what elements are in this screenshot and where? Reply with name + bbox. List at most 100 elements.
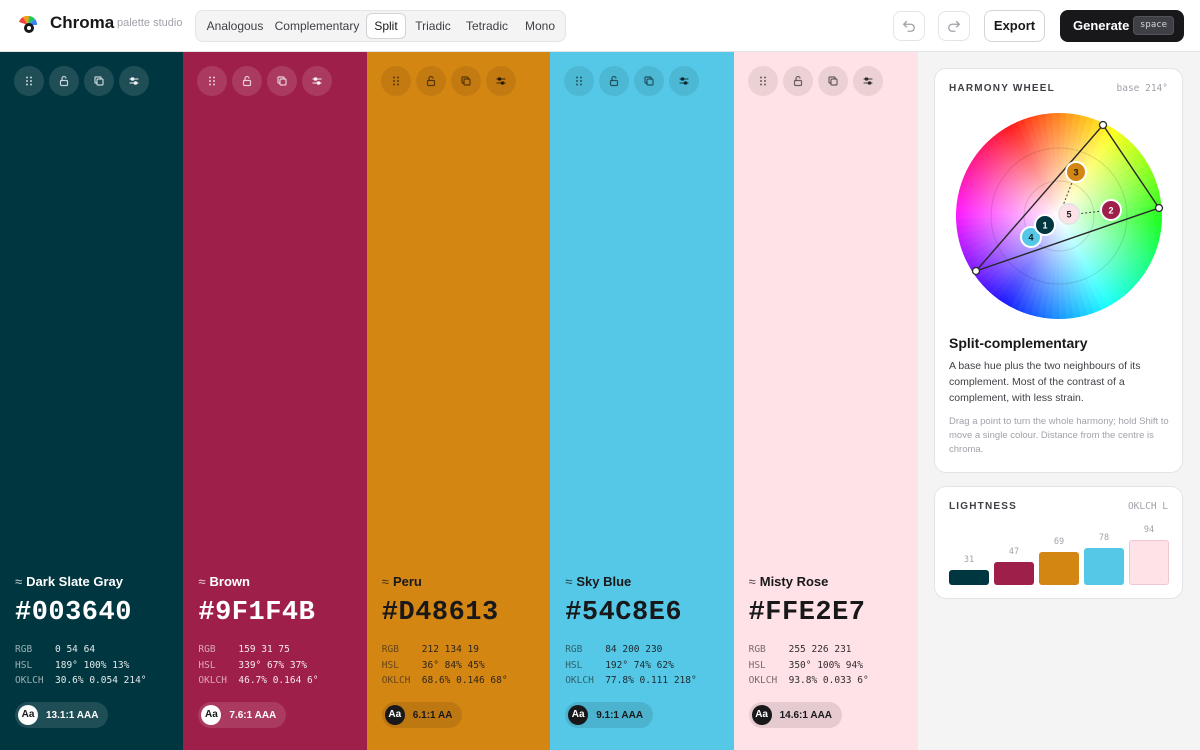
tab-triadic[interactable]: Triadic [410, 13, 456, 39]
contrast-ratio: 13.1:1 AAA [46, 709, 99, 721]
swatch-hex[interactable]: #54C8E6 [565, 598, 682, 628]
contrast-ratio: 14.6:1 AAA [779, 709, 833, 721]
color-point-5[interactable]: 5 [1058, 203, 1080, 225]
adjust-sliders-button[interactable] [852, 66, 883, 96]
oklch-label: OKLCH [565, 675, 594, 686]
oklch-value[interactable]: 30.6% 0.054 214° [55, 675, 147, 686]
rgb-value[interactable]: 212 134 19 [422, 644, 479, 655]
adjust-sliders-button[interactable] [669, 66, 700, 96]
copy-button[interactable] [267, 66, 298, 96]
swatch-hex[interactable]: #FFE2E7 [749, 598, 866, 628]
adjust-sliders-icon [128, 75, 140, 87]
color-swatch[interactable]: ≈ Misty Rose #FFE2E7 RGB 255 226 231 HSL 350° … [733, 52, 918, 750]
color-point-1[interactable]: 1 [1034, 214, 1056, 236]
swatch-hex[interactable]: #9F1F4B [198, 598, 315, 628]
rgb-value[interactable]: 84 200 230 [605, 644, 662, 655]
swatch-hex[interactable]: #D48613 [382, 598, 499, 628]
lightness-bar [994, 562, 1034, 585]
copy-icon [276, 75, 288, 87]
hsl-value[interactable]: 36° 84% 45% [422, 660, 485, 671]
hsl-value[interactable]: 192° 74% 62% [605, 660, 674, 671]
unlock-button[interactable] [415, 66, 446, 96]
drag-handle-button[interactable] [564, 66, 595, 96]
copy-icon [93, 75, 105, 87]
panel-title: LIGHTNESS [949, 501, 1018, 512]
drag-handle-button[interactable] [747, 66, 778, 96]
adjust-sliders-button[interactable] [119, 66, 149, 96]
contrast-ratio: 9.1:1 AAA [596, 709, 644, 721]
contrast-badge: Aa 6.1:1 AA [381, 702, 463, 728]
copy-button[interactable] [817, 66, 848, 96]
color-swatch[interactable]: ≈ Dark Slate Gray #003640 RGB 0 54 64 HSL 189°… [0, 52, 184, 750]
unlock-button[interactable] [232, 66, 263, 96]
oklch-value[interactable]: 93.8% 0.033 6° [789, 675, 869, 686]
lightness-value-label: 47 [1008, 547, 1020, 557]
hsl-label: HSL [381, 659, 399, 671]
tab-tetradic[interactable]: Tetradic [459, 13, 515, 39]
oklch-value[interactable]: 68.6% 0.146 68° [422, 675, 508, 686]
lightness-bar [1129, 540, 1169, 585]
rgb-value[interactable]: 0 54 64 [55, 644, 95, 655]
color-point-label: 1 [1042, 221, 1047, 231]
color-swatch[interactable]: ≈ Peru #D48613 RGB 212 134 19 HSL 36° 84% 45% O… [366, 52, 551, 750]
tab-split[interactable]: Split [366, 13, 406, 39]
contrast-badge: Aa 7.6:1 AAA [198, 702, 287, 728]
hsl-label: HSL [748, 659, 766, 671]
unlock-button[interactable] [49, 66, 79, 96]
color-point-2[interactable]: 2 [1100, 199, 1122, 221]
drag-handle-icon [390, 75, 402, 87]
hsl-value[interactable]: 350° 100% 94% [789, 660, 863, 671]
color-swatch[interactable]: ≈ Brown #9F1F4B RGB 159 31 75 HSL 339° 67% 37%… [183, 52, 368, 750]
tab-mono[interactable]: Mono [518, 13, 562, 39]
rgb-label: RGB [15, 644, 33, 655]
undo-button[interactable] [893, 11, 925, 41]
adjust-sliders-icon [678, 75, 690, 87]
tab-analogous[interactable]: Analogous [199, 13, 271, 39]
swatch-hex[interactable]: #003640 [15, 598, 132, 628]
rgb-value[interactable]: 159 31 75 [238, 644, 289, 655]
triangle-vertex[interactable] [971, 266, 981, 276]
triangle-vertex[interactable] [1098, 120, 1108, 130]
unlock-button[interactable] [782, 66, 813, 96]
color-swatch[interactable]: ≈ Sky Blue #54C8E6 RGB 84 200 230 HSL 192° 74%… [550, 52, 735, 750]
oklch-value[interactable]: 46.7% 0.164 6° [238, 675, 318, 686]
contrast-badge: Aa 14.6:1 AAA [748, 702, 843, 728]
color-point-3[interactable]: 3 [1065, 161, 1087, 183]
swatch-values: RGB 0 54 64 HSL 189° 100% 13% OKLCH 30.6% 0.0… [15, 644, 147, 691]
color-point-label: 2 [1108, 206, 1113, 216]
export-button[interactable]: Export [984, 10, 1045, 42]
swatch-values: RGB 212 134 19 HSL 36° 84% 45% OKLCH 68.6% 0.… [382, 644, 508, 691]
adjust-sliders-button[interactable] [302, 66, 333, 96]
tab-complementary[interactable]: Complementary [271, 13, 363, 39]
lightness-bar [1084, 548, 1124, 585]
unlock-icon [425, 75, 437, 87]
lightness-value-label: 78 [1098, 533, 1110, 543]
copy-button[interactable] [84, 66, 114, 96]
oklch-label: OKLCH [15, 675, 44, 686]
hsl-value[interactable]: 189° 100% 13% [55, 660, 129, 671]
triangle-vertex[interactable] [1154, 203, 1164, 213]
harmony-wheel[interactable]: 3 2 5 4 1 [935, 69, 1184, 329]
copy-button[interactable] [634, 66, 665, 96]
adjust-sliders-button[interactable] [485, 66, 516, 96]
chroma-logo-icon [19, 15, 38, 33]
drag-handle-button[interactable] [197, 66, 228, 96]
swatch-color-name: ≈ Brown [198, 574, 250, 589]
hsl-label: HSL [198, 659, 216, 671]
contrast-aa-icon: Aa [384, 705, 405, 725]
undo-icon [903, 20, 915, 32]
contrast-aa-icon: Aa [751, 705, 772, 725]
swatch-color-name: ≈ Peru [382, 574, 422, 589]
copy-button[interactable] [450, 66, 481, 96]
contrast-aa-icon: Aa [18, 705, 38, 725]
unlock-button[interactable] [599, 66, 630, 96]
rgb-value[interactable]: 255 226 231 [789, 644, 852, 655]
drag-handle-button[interactable] [380, 66, 411, 96]
generate-button[interactable]: Generate space [1060, 10, 1184, 42]
approx-icon: ≈ [15, 574, 23, 589]
redo-button[interactable] [938, 11, 970, 41]
hsl-value[interactable]: 339° 67% 37% [238, 660, 307, 671]
drag-handle-button[interactable] [14, 66, 44, 96]
oklch-value[interactable]: 77.8% 0.111 218° [605, 675, 697, 686]
approx-icon: ≈ [748, 574, 756, 589]
